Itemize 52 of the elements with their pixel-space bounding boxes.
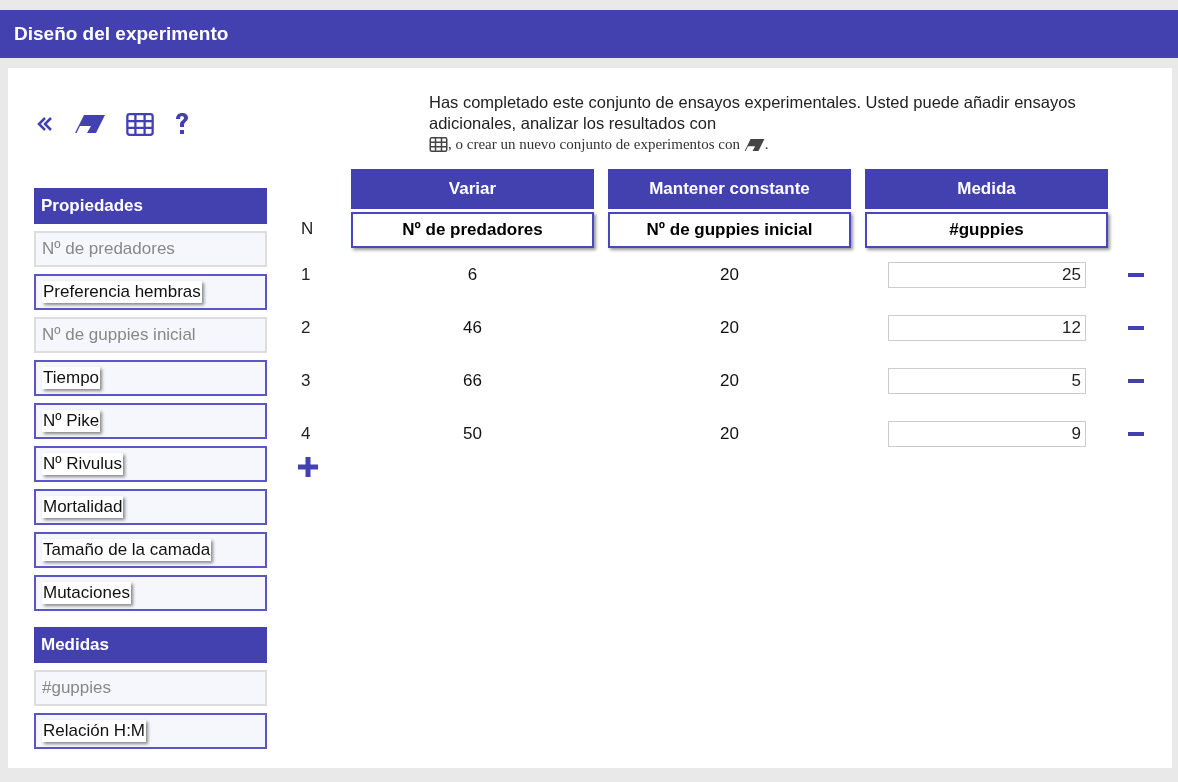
measure-input[interactable]: 5: [888, 367, 1086, 394]
variable-header[interactable]: #guppies: [865, 212, 1108, 248]
column-group-header: Mantener constante: [608, 169, 851, 209]
measure-input[interactable]: 25: [888, 261, 1086, 288]
table-icon: [126, 112, 154, 136]
measure-input[interactable]: 9: [888, 420, 1086, 447]
table-cell-text: 20: [719, 370, 740, 392]
table-button[interactable]: [126, 112, 154, 136]
variable-header[interactable]: Nº de guppies inicial: [608, 212, 851, 248]
row-number: 3: [300, 370, 312, 391]
instruction-text: Has completado este conjunto de ensayos experimentales. Usted puede añadir ensayos adicionales, analizar los resultados con: [429, 93, 1076, 132]
eraser-button[interactable]: [74, 114, 106, 134]
column-group-header: Variar: [351, 169, 594, 209]
property-chip[interactable]: Relación H:M: [42, 720, 147, 742]
table-cell-text: 20: [719, 317, 740, 339]
measure-input[interactable]: 12: [888, 314, 1086, 341]
window-title: Diseño del experimento: [0, 10, 1178, 58]
table-cell-text: 20: [719, 264, 740, 286]
property-item: #guppies: [34, 670, 267, 706]
row-number: 1: [300, 264, 312, 285]
property-chip[interactable]: Tamaño de la camada: [42, 539, 212, 561]
eraser-icon: [743, 137, 765, 152]
property-item: Nº de predadores: [34, 231, 267, 267]
group-header: Propiedades: [34, 188, 267, 224]
row-number: 4: [300, 423, 312, 444]
property-chip[interactable]: Nº Pike: [42, 410, 101, 432]
remove-row-button[interactable]: [1128, 378, 1144, 383]
property-chip[interactable]: Nº Rivulus: [42, 453, 123, 475]
group-header: Medidas: [34, 627, 267, 663]
help-button[interactable]: [174, 112, 190, 136]
table-cell-text: 20: [719, 423, 740, 445]
table-cell-text: 50: [462, 423, 483, 445]
table-cell-text: 46: [462, 317, 483, 339]
property-chip[interactable]: Tiempo: [42, 367, 101, 389]
row-number: 2: [300, 317, 312, 338]
eraser-icon: [74, 114, 106, 134]
table-cell-text: 6: [466, 264, 479, 286]
collapse-button[interactable]: [36, 115, 54, 133]
remove-row-button[interactable]: [1128, 325, 1144, 330]
property-item: Nº de guppies inicial: [34, 317, 267, 353]
table-cell-text: 66: [462, 370, 483, 392]
remove-row-button[interactable]: [1128, 431, 1144, 436]
remove-row-button[interactable]: [1128, 272, 1144, 277]
table-icon: [429, 137, 448, 152]
instruction-text: , o crear un nuevo conjunto de experimentos con: [448, 135, 740, 154]
property-chip[interactable]: Mortalidad: [42, 496, 124, 518]
property-chip[interactable]: Preferencia hembras: [42, 281, 202, 303]
column-group-header: Medida: [865, 169, 1108, 209]
instruction-text: .: [764, 135, 769, 154]
n-header: N: [300, 218, 315, 239]
property-chip[interactable]: Mutaciones: [42, 582, 131, 604]
variable-header[interactable]: Nº de predadores: [351, 212, 594, 248]
